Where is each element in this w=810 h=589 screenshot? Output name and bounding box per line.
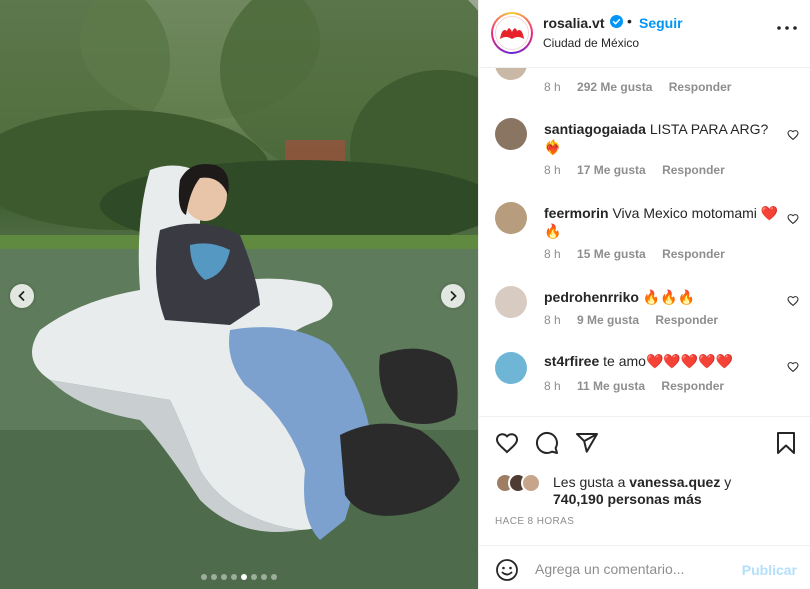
post-actions: Les gusta a vanessa.quez y 740,190 perso… [479, 416, 810, 589]
comment-time: 8 h [544, 313, 561, 327]
comments-list[interactable]: 8 h 292 Me gusta Responder santiagogaiad… [479, 68, 810, 416]
heart-icon[interactable] [787, 213, 799, 225]
comment-avatar[interactable] [495, 352, 527, 384]
comment-text: feermorin Viva Mexico motomami ❤️🔥 [544, 204, 779, 240]
carousel-dot [271, 574, 277, 580]
comment-meta: 8 h 292 Me gusta Responder [544, 80, 744, 94]
comment-likes[interactable]: 9 Me gusta [577, 313, 639, 327]
carousel-dot [241, 574, 247, 580]
post-timestamp[interactable]: HACE 8 HORAS [495, 516, 574, 527]
comment-meta: 8 h 11 Me gusta Responder [544, 379, 737, 393]
comment-text: santiagogaiada LISTA PARA ARG? ❤️‍🔥 [544, 120, 779, 156]
comment-body: 🔥🔥🔥 [642, 289, 696, 305]
carousel-dot [261, 574, 267, 580]
share-icon[interactable] [575, 431, 599, 455]
comment-input[interactable] [535, 556, 735, 582]
likes-line: Les gusta a vanessa.quez y [553, 473, 793, 491]
carousel-dot [211, 574, 217, 580]
chevron-left-icon [18, 291, 25, 301]
verified-icon [610, 15, 623, 28]
heart-icon[interactable] [787, 361, 799, 373]
more-icon[interactable] [777, 26, 797, 30]
motomami-logo-icon [500, 28, 524, 39]
liker-avatars[interactable] [495, 473, 549, 493]
comment-meta: 8 h 9 Me gusta Responder [544, 313, 731, 327]
post-username[interactable]: rosalia.vt [543, 15, 604, 31]
photo-illustration [0, 0, 478, 589]
comment-avatar[interactable] [495, 202, 527, 234]
comment-meta: 8 h 17 Me gusta Responder [544, 163, 738, 177]
carousel-dots [0, 574, 478, 580]
comment-likes[interactable]: 17 Me gusta [577, 163, 646, 177]
comment-time: 8 h [544, 80, 561, 94]
comment-reply-button[interactable]: Responder [662, 163, 725, 177]
comment-text: pedrohenrriko 🔥🔥🔥 [544, 288, 779, 306]
comment-avatar[interactable] [495, 118, 527, 150]
comment-reply-button[interactable]: Responder [655, 313, 718, 327]
comment-reply-button[interactable]: Responder [661, 379, 724, 393]
likes-joiner: y [724, 474, 732, 490]
carousel-dot [251, 574, 257, 580]
like-heart-icon[interactable] [495, 431, 519, 455]
header-separator: • [627, 13, 632, 29]
emoji-icon[interactable] [495, 558, 519, 582]
post-photo[interactable] [0, 0, 478, 589]
comment-username[interactable]: feermorin [544, 205, 609, 221]
comment-reply-button[interactable]: Responder [669, 80, 732, 94]
comment-body: te amo❤️❤️❤️❤️❤️ [603, 353, 734, 369]
comment-avatar[interactable] [495, 286, 527, 318]
publish-button[interactable]: Publicar [742, 562, 797, 578]
heart-icon[interactable] [787, 129, 799, 141]
comment-username[interactable]: st4rfiree [544, 353, 599, 369]
comment-reply-button[interactable]: Responder [662, 247, 725, 261]
comment-likes[interactable]: 11 Me gusta [577, 379, 645, 393]
comment-time: 8 h [544, 247, 561, 261]
comment-time: 8 h [544, 163, 561, 177]
bookmark-icon[interactable] [775, 431, 797, 455]
post-location[interactable]: Ciudad de México [543, 36, 639, 50]
comment-username[interactable]: pedrohenrriko [544, 289, 639, 305]
post-header: rosalia.vt • Seguir Ciudad de México [479, 0, 810, 68]
follow-button[interactable]: Seguir [639, 15, 683, 31]
comment-avatar[interactable] [495, 68, 527, 80]
carousel-next-button[interactable] [441, 284, 465, 308]
carousel-prev-button[interactable] [10, 284, 34, 308]
profile-avatar[interactable] [491, 12, 533, 54]
chevron-right-icon [450, 291, 457, 301]
post-side-panel: rosalia.vt • Seguir Ciudad de México 8 h… [478, 0, 810, 589]
comment-likes[interactable]: 292 Me gusta [577, 80, 652, 94]
carousel-dot [221, 574, 227, 580]
likes-prefix: Les gusta a [553, 474, 626, 490]
comment-username[interactable]: santiagogaiada [544, 121, 646, 137]
comment-likes[interactable]: 15 Me gusta [577, 247, 646, 261]
comment-meta: 8 h 15 Me gusta Responder [544, 247, 738, 261]
likes-count[interactable]: 740,190 personas más [553, 491, 702, 507]
likes-user[interactable]: vanessa.quez [629, 474, 720, 490]
comment-icon[interactable] [535, 431, 559, 455]
comment-text: st4rfiree te amo❤️❤️❤️❤️❤️ [544, 352, 779, 370]
comment-time: 8 h [544, 379, 561, 393]
carousel-dot [231, 574, 237, 580]
add-comment-bar: Publicar [479, 545, 810, 589]
carousel-dot [201, 574, 207, 580]
heart-icon[interactable] [787, 295, 799, 307]
